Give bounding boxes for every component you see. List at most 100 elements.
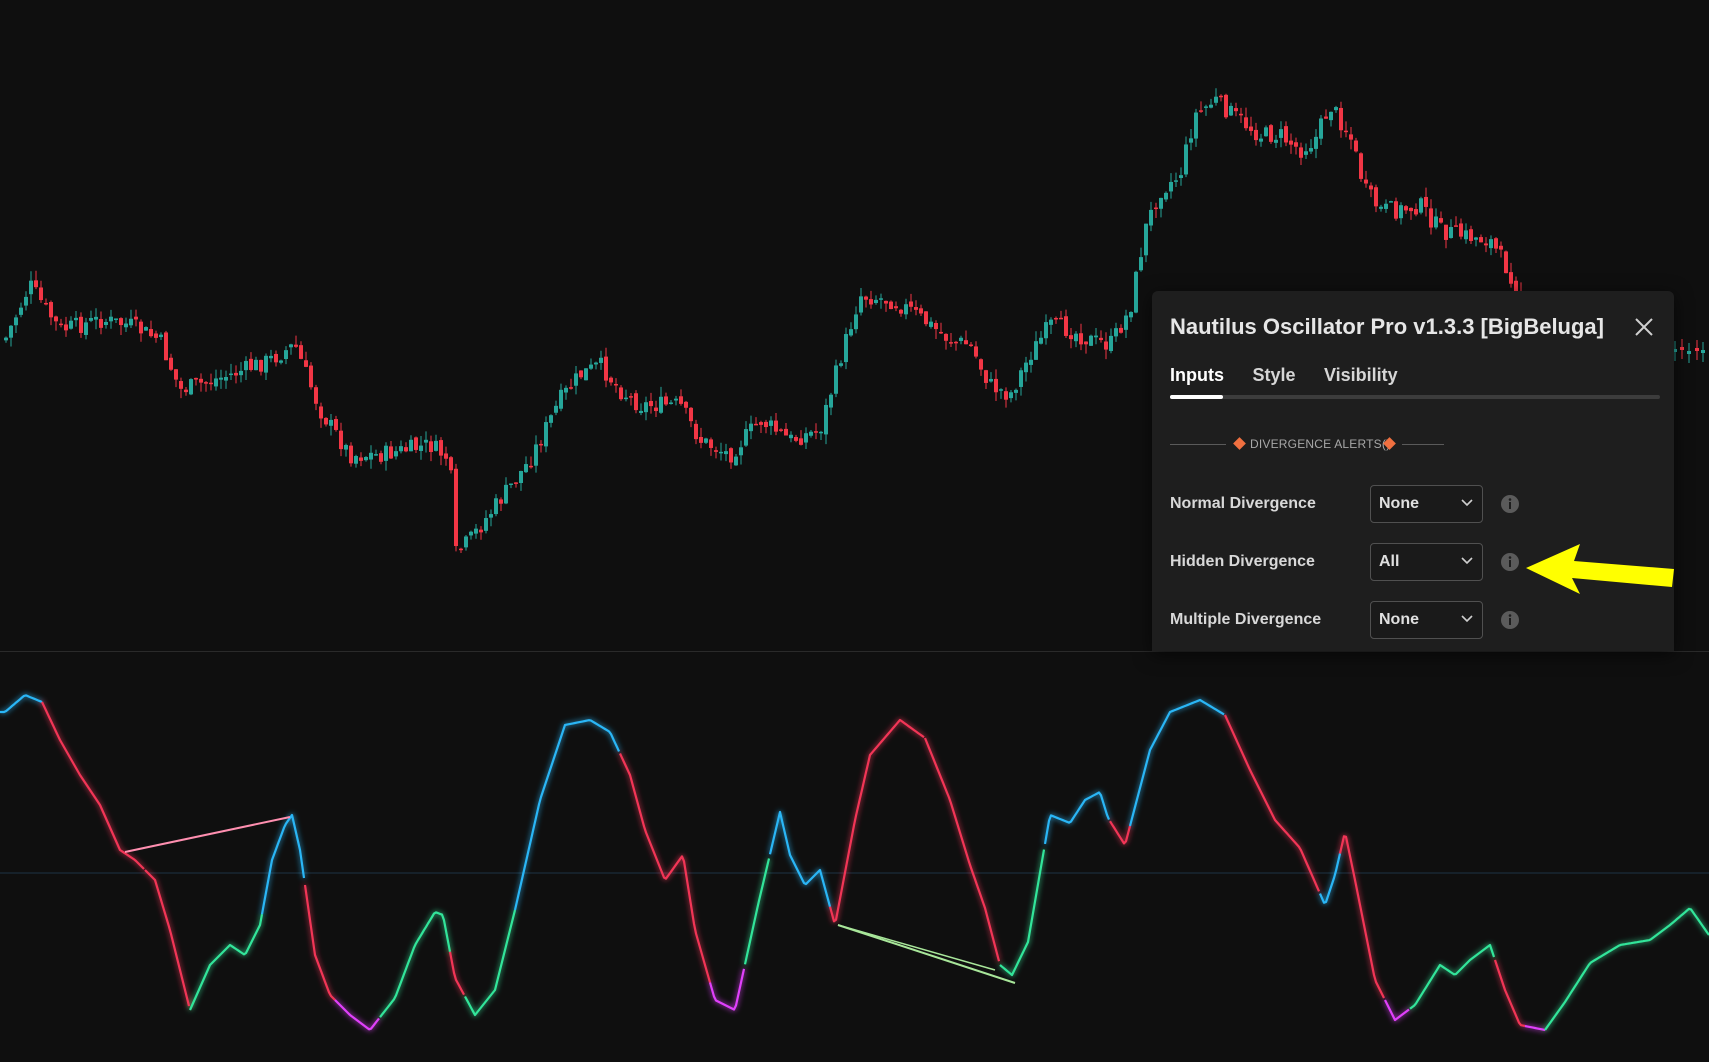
candle-body: [1024, 362, 1028, 373]
candle-body: [1169, 181, 1173, 192]
candle-body: [1304, 151, 1308, 155]
oscillator-segment: [708, 968, 746, 1011]
candle-body: [1124, 315, 1128, 330]
candle-body: [824, 404, 828, 435]
candle-body: [444, 453, 448, 459]
info-icon[interactable]: [1500, 552, 1520, 572]
candle-body: [809, 431, 813, 436]
candle-body: [474, 528, 478, 534]
candle-body: [1019, 370, 1023, 387]
candle-body: [284, 350, 288, 359]
candle-body: [424, 439, 428, 443]
hidden-divergence-select[interactable]: All: [1370, 543, 1483, 581]
normal-divergence-select[interactable]: None: [1370, 485, 1483, 523]
candle-body: [1394, 201, 1398, 219]
hidden-divergence-line-bullish: [837, 924, 1016, 984]
candle-body: [124, 323, 128, 328]
oscillator-segment: [303, 884, 336, 1001]
candle-body: [614, 383, 618, 386]
pane-divider[interactable]: [0, 651, 1709, 652]
candle-body: [1329, 111, 1333, 121]
candle-body: [1099, 337, 1103, 341]
candle-body: [59, 323, 63, 326]
candle-body: [909, 301, 913, 307]
info-icon[interactable]: [1500, 494, 1520, 514]
candle-body: [439, 440, 443, 456]
candle-body: [1484, 243, 1488, 246]
candle-body: [1680, 347, 1684, 350]
candle-body: [544, 422, 548, 447]
candle-body: [239, 370, 243, 376]
chevron-down-icon: [1461, 557, 1473, 565]
candle-body: [309, 365, 313, 388]
candle-body: [924, 311, 928, 325]
candle-body: [1204, 106, 1208, 108]
candle-body: [1414, 209, 1418, 215]
candle-body: [589, 364, 593, 369]
candle-body: [264, 355, 268, 373]
multiple-divergence-select[interactable]: None: [1370, 601, 1483, 639]
candle-body: [1164, 192, 1168, 200]
candle-body: [154, 333, 158, 338]
candle-body: [244, 360, 248, 371]
candle-body: [494, 498, 498, 515]
candle-body: [934, 322, 938, 330]
candle-body: [394, 451, 398, 457]
candle-body: [929, 321, 933, 327]
candle-body: [709, 439, 713, 448]
candle-body: [1687, 351, 1691, 354]
candle-body: [1034, 341, 1038, 360]
close-icon[interactable]: [1632, 315, 1656, 339]
candle-body: [1389, 201, 1393, 203]
oscillator-segment: [513, 719, 621, 911]
candle-body: [949, 342, 953, 344]
oscillator-segment: [743, 858, 771, 965]
candle-body: [169, 357, 173, 370]
candle-body: [224, 377, 228, 381]
candle-body: [684, 401, 688, 408]
candle-body: [774, 420, 778, 432]
candle-body: [794, 437, 798, 441]
candle-body: [329, 419, 333, 426]
candle-body: [519, 470, 523, 484]
candle-body: [654, 407, 658, 412]
candle-body: [899, 309, 903, 314]
oscillator-segment: [334, 999, 380, 1031]
setting-label: Multiple Divergence: [1170, 611, 1322, 628]
candle-body: [349, 445, 353, 464]
tab-style[interactable]: Style: [1252, 363, 1295, 387]
candle-body: [54, 316, 58, 322]
candle-body: [1314, 136, 1318, 149]
candle-body: [599, 357, 603, 363]
candle-body: [174, 369, 178, 380]
dialog-tabs: Inputs Style Visibility: [1170, 363, 1658, 391]
candle-body: [79, 316, 83, 333]
candle-body: [149, 329, 153, 337]
tab-visibility[interactable]: Visibility: [1324, 363, 1398, 387]
oscillator-segment: [1318, 853, 1342, 904]
candle-body: [514, 482, 518, 484]
group-title: DIVERGENCE ALERTS(): [1250, 437, 1391, 451]
candle-body: [1119, 327, 1123, 333]
candle-body: [164, 332, 168, 361]
candle-body: [409, 439, 413, 452]
candle-body: [664, 396, 668, 405]
info-icon[interactable]: [1500, 610, 1520, 630]
candle-body: [319, 406, 323, 419]
candle-body: [1344, 130, 1348, 133]
candle-body: [1194, 112, 1198, 139]
candle-body: [1444, 224, 1448, 240]
candle-body: [399, 446, 403, 452]
candle-body: [724, 451, 728, 455]
candle-body: [994, 378, 998, 393]
indicator-settings-dialog: Nautilus Oscillator Pro v1.3.3 [BigBelug…: [1152, 291, 1674, 651]
select-value: None: [1379, 611, 1419, 628]
candle-body: [499, 499, 503, 504]
candle-body: [819, 431, 823, 434]
oscillator-segment: [999, 849, 1046, 977]
candle-body: [764, 421, 768, 428]
candle-body: [1274, 139, 1278, 143]
candle-body: [1004, 391, 1008, 400]
candle-body: [1154, 207, 1158, 210]
tab-inputs[interactable]: Inputs: [1170, 363, 1224, 387]
